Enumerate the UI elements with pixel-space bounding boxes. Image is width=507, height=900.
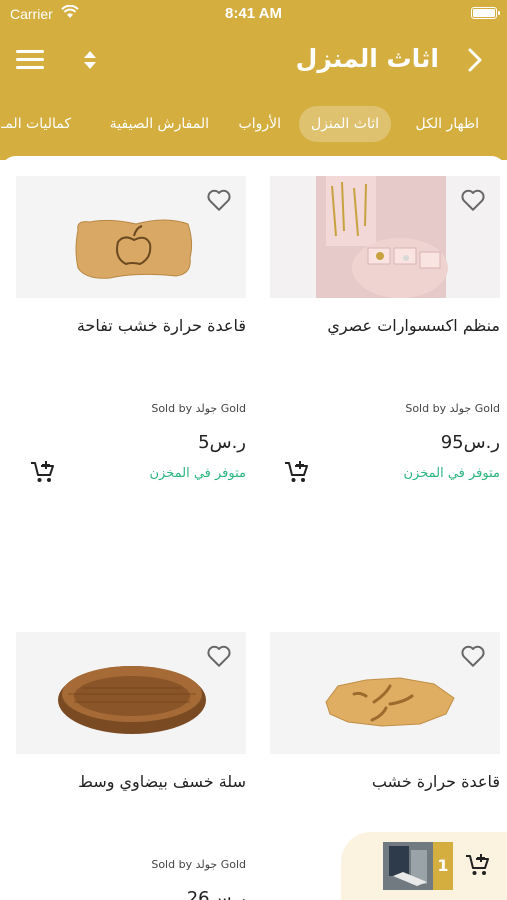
sold-by-label: Sold by جولد Gold <box>151 858 246 871</box>
product-name[interactable]: قاعدة حرارة خشب تفاحة <box>16 316 246 335</box>
stock-status: متوفر في المخزن <box>403 466 500 481</box>
product-price: 26ر.س <box>186 888 246 900</box>
product-name[interactable]: منظم اكسسوارات عصري <box>270 316 500 335</box>
heart-icon[interactable] <box>460 188 486 212</box>
heart-icon[interactable] <box>206 188 232 212</box>
category-tabs: اظهار الكل اثاث المنزل الأرواب المفارش ا… <box>0 106 507 146</box>
product-card[interactable]: قاعدة حرارة خشب تفاحة Sold by جولد Gold … <box>16 176 246 482</box>
sold-by-label: Sold by جولد Gold <box>405 402 500 415</box>
product-card[interactable]: سلة خسف بيضاوي وسط Sold by جولد Gold 26ر… <box>16 632 246 900</box>
product-price: 95ر.س <box>440 432 500 453</box>
product-name[interactable]: سلة خسف بيضاوي وسط <box>16 772 246 791</box>
sort-icon[interactable] <box>80 48 100 72</box>
product-price: 5ر.س <box>198 432 246 453</box>
tab-accessories[interactable]: كماليات المـ <box>1 106 71 142</box>
heart-icon[interactable] <box>206 644 232 668</box>
battery-icon <box>471 7 500 19</box>
tab-show-all[interactable]: اظهار الكل <box>416 106 479 142</box>
tab-home-furniture[interactable]: اثاث المنزل <box>298 106 391 142</box>
add-to-cart-icon[interactable] <box>30 460 56 484</box>
cart-count-badge: 1 <box>433 842 453 890</box>
page-title: اثاث المنزل <box>295 44 439 73</box>
product-card[interactable]: منظم اكسسوارات عصري Sold by جولد Gold 95… <box>270 176 500 482</box>
clock: 8:41 AM <box>225 5 282 22</box>
product-name[interactable]: قاعدة حرارة خشب <box>270 772 500 791</box>
tab-robes[interactable]: الأرواب <box>239 106 281 142</box>
mini-cart-bar[interactable]: 1 <box>341 832 507 900</box>
stock-status: متوفر في المخزن <box>149 466 246 481</box>
status-bar: Carrier 8:41 AM <box>0 0 507 28</box>
sold-by-label: Sold by جولد Gold <box>151 402 246 415</box>
chevron-right-icon[interactable] <box>465 46 485 74</box>
product-grid: منظم اكسسوارات عصري Sold by جولد Gold 95… <box>0 156 507 900</box>
heart-icon[interactable] <box>460 644 486 668</box>
top-bar: Carrier 8:41 AM اثاث المنزل اظهار الكل ا… <box>0 0 507 160</box>
cart-item-thumbnail[interactable] <box>383 842 433 890</box>
tab-summer-bedding[interactable]: المفارش الصيفية <box>110 106 209 142</box>
add-to-cart-icon[interactable] <box>284 460 310 484</box>
cart-icon[interactable] <box>465 852 491 878</box>
header: اثاث المنزل <box>0 38 507 82</box>
menu-icon[interactable] <box>16 50 44 72</box>
